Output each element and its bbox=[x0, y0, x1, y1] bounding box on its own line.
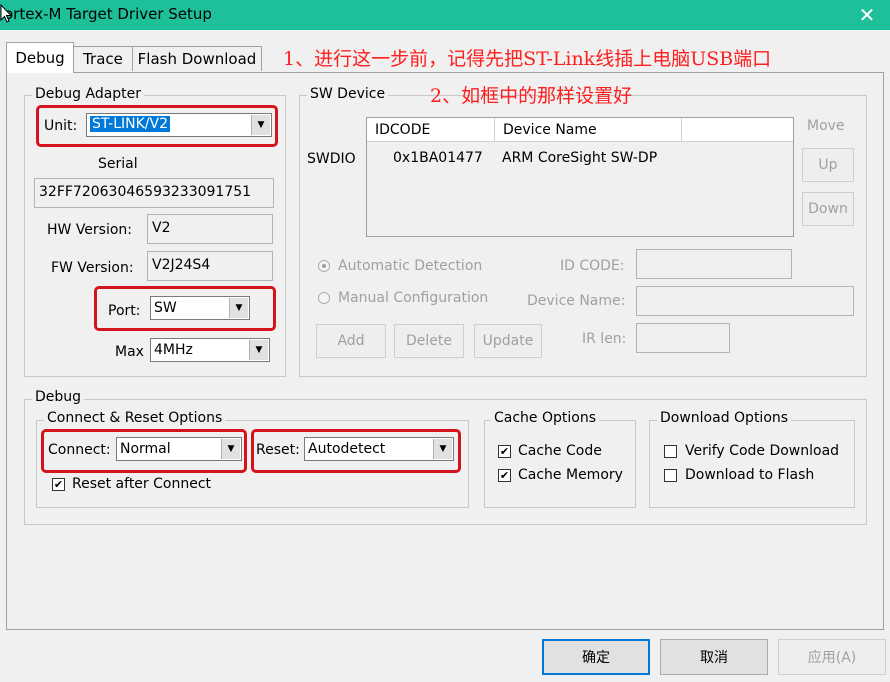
download-to-flash-label: Download to Flash bbox=[685, 467, 815, 483]
sw-device-list[interactable]: IDCODE Device Name bbox=[366, 117, 794, 237]
annotation-note-1: 1、进行这一步前，记得先把ST-Link线插上电脑USB端口 bbox=[283, 48, 772, 70]
checkmark-icon: ✔ bbox=[499, 469, 510, 482]
debug-group-label: Debug bbox=[32, 389, 85, 405]
annotation-note-2: 2、如框中的那样设置好 bbox=[430, 85, 633, 107]
tab-trace[interactable]: Trace bbox=[73, 46, 133, 71]
connect-reset-label: Connect & Reset Options bbox=[44, 410, 226, 426]
cancel-button[interactable]: 取消 bbox=[660, 639, 768, 675]
cache-code-checkbox[interactable]: ✔ bbox=[498, 445, 511, 458]
tab-debug[interactable]: Debug bbox=[6, 42, 74, 73]
sw-device-label: SW Device bbox=[307, 86, 389, 102]
cache-code-label: Cache Code bbox=[518, 443, 602, 459]
cache-options-label: Cache Options bbox=[491, 410, 600, 426]
move-up-button[interactable]: Up bbox=[802, 148, 854, 182]
serial-label: Serial bbox=[98, 156, 138, 172]
update-button[interactable]: Update bbox=[474, 324, 542, 358]
verify-code-download-checkbox[interactable] bbox=[664, 445, 677, 458]
max-clock-select[interactable]: 4MHz ▼ bbox=[150, 338, 270, 362]
close-icon: ✕ bbox=[858, 3, 876, 27]
highlight-box-port bbox=[94, 286, 276, 331]
debug-adapter-label: Debug Adapter bbox=[32, 86, 145, 102]
reset-after-connect-label: Reset after Connect bbox=[72, 476, 212, 492]
list-row-idcode[interactable]: 0x1BA01477 bbox=[393, 150, 483, 166]
cache-options-group bbox=[484, 420, 636, 508]
add-button[interactable]: Add bbox=[316, 324, 386, 358]
automatic-detection-label: Automatic Detection bbox=[338, 258, 483, 274]
manual-configuration-radio[interactable] bbox=[318, 292, 330, 304]
manual-configuration-label: Manual Configuration bbox=[338, 290, 489, 306]
tab-flash-download[interactable]: Flash Download bbox=[132, 46, 262, 71]
list-row-device-name[interactable]: ARM CoreSight SW-DP bbox=[502, 150, 657, 166]
hw-version-field: V2 bbox=[147, 214, 273, 244]
ok-button[interactable]: 确定 bbox=[542, 639, 650, 675]
verify-code-download-label: Verify Code Download bbox=[685, 443, 840, 459]
max-clock-label: Max bbox=[115, 344, 144, 360]
column-header-filler bbox=[682, 118, 793, 142]
hw-version-label: HW Version: bbox=[47, 222, 133, 238]
automatic-detection-radio[interactable] bbox=[318, 260, 330, 272]
download-to-flash-checkbox[interactable] bbox=[664, 469, 677, 482]
device-name-input[interactable] bbox=[636, 286, 854, 316]
device-name-label: Device Name: bbox=[527, 293, 626, 309]
checkmark-icon: ✔ bbox=[53, 478, 64, 491]
move-label: Move bbox=[807, 118, 845, 134]
column-header-device-name[interactable]: Device Name bbox=[495, 118, 682, 142]
download-options-label: Download Options bbox=[657, 410, 792, 426]
fw-version-label: FW Version: bbox=[51, 260, 134, 276]
id-code-label: ID CODE: bbox=[560, 258, 625, 274]
column-header-idcode[interactable]: IDCODE bbox=[367, 118, 495, 142]
download-options-group bbox=[649, 420, 855, 508]
id-code-input[interactable] bbox=[636, 249, 792, 279]
apply-button[interactable]: 应用(A) bbox=[778, 639, 886, 675]
reset-after-connect-checkbox[interactable]: ✔ bbox=[52, 478, 65, 491]
ir-len-label: IR len: bbox=[582, 331, 627, 347]
close-button[interactable]: ✕ bbox=[844, 0, 890, 30]
delete-button[interactable]: Delete bbox=[394, 324, 464, 358]
highlight-box-connect bbox=[41, 429, 247, 473]
highlight-box-reset bbox=[251, 429, 461, 473]
highlight-box-unit bbox=[36, 105, 278, 147]
chevron-down-icon: ▼ bbox=[249, 340, 268, 360]
window-title: ortex-M Target Driver Setup bbox=[4, 5, 212, 23]
list-row-type: SWDIO bbox=[307, 151, 356, 167]
max-clock-value: 4MHz bbox=[154, 342, 193, 358]
move-down-button[interactable]: Down bbox=[802, 192, 854, 226]
checkmark-icon: ✔ bbox=[499, 445, 510, 458]
ir-len-input[interactable] bbox=[636, 323, 730, 353]
cache-memory-checkbox[interactable]: ✔ bbox=[498, 469, 511, 482]
fw-version-field: V2J24S4 bbox=[147, 251, 273, 281]
mouse-cursor-icon bbox=[0, 4, 12, 23]
serial-field: 32FF72063046593233091751 bbox=[34, 178, 274, 208]
title-bar: ortex-M Target Driver Setup ✕ bbox=[0, 0, 890, 30]
cache-memory-label: Cache Memory bbox=[518, 467, 623, 483]
